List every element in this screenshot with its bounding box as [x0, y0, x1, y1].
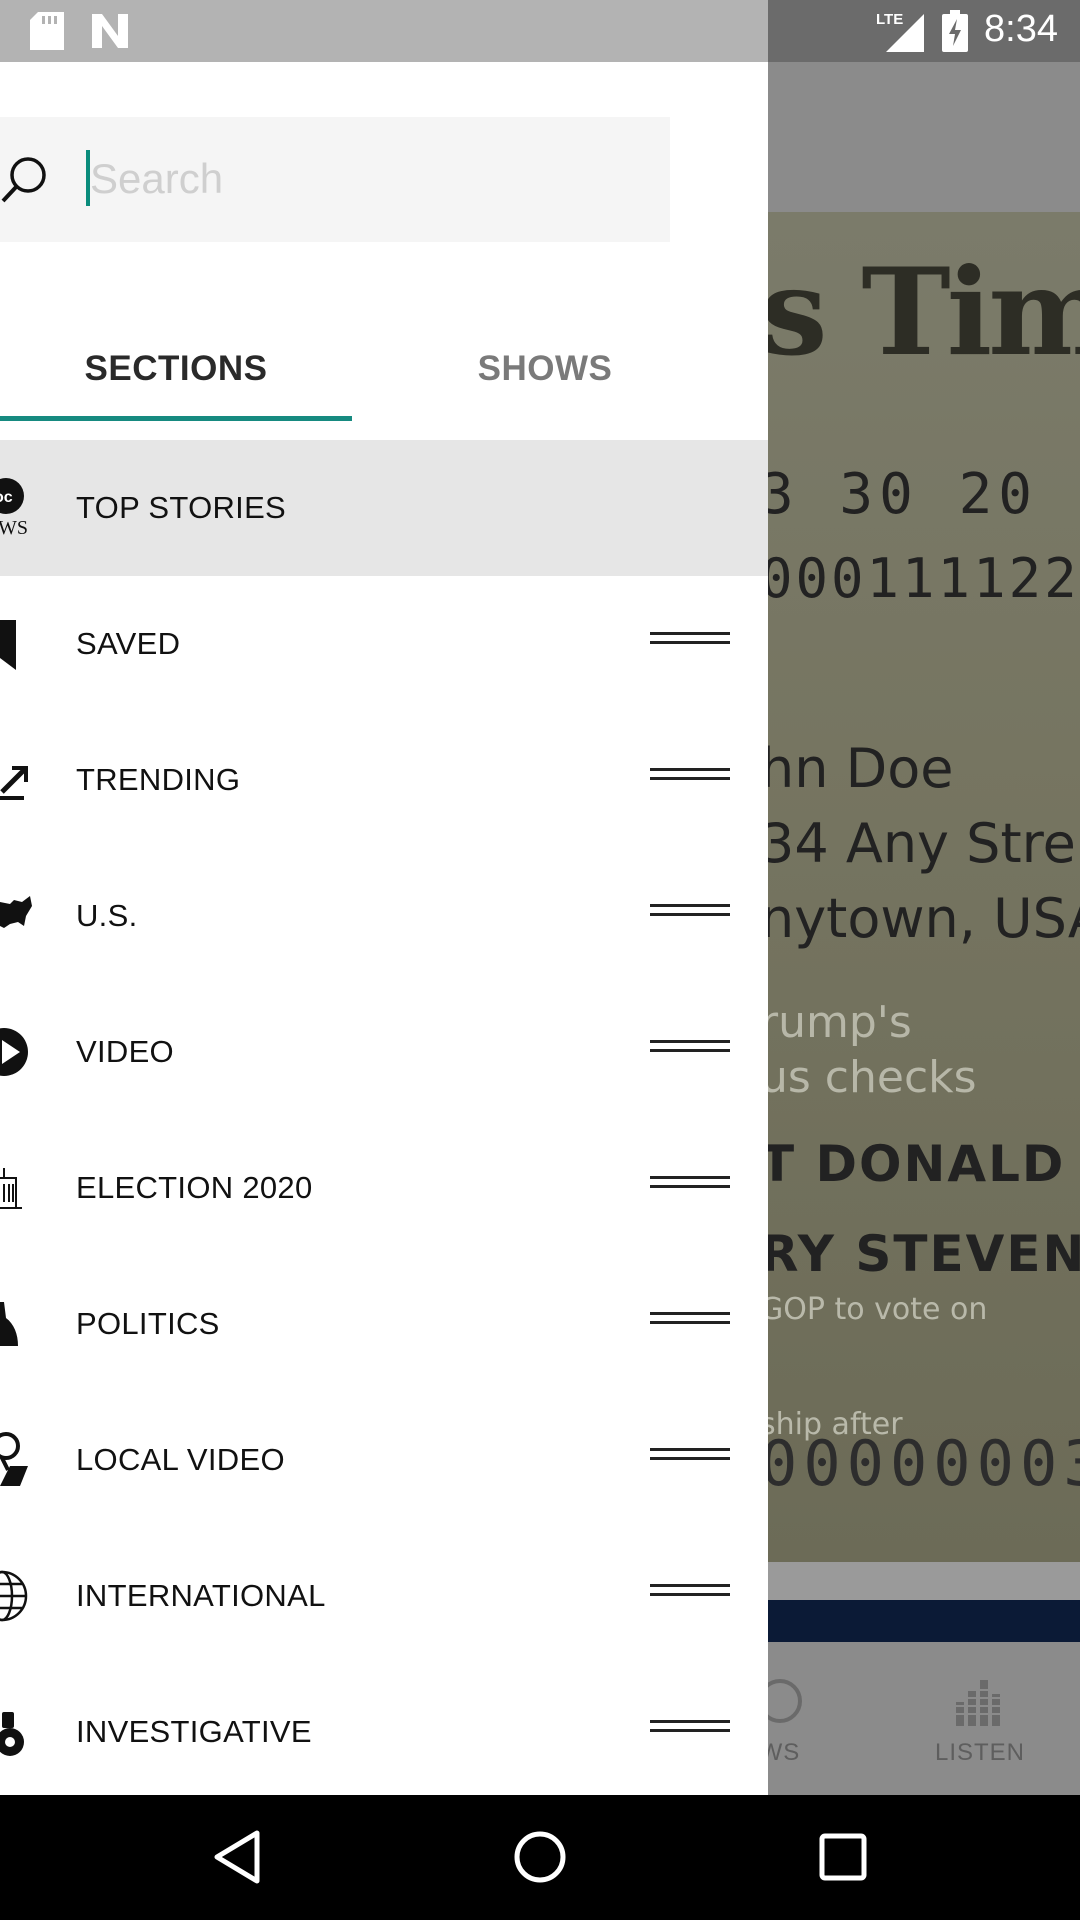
- capitol-icon: [0, 1158, 60, 1218]
- n-notification-icon: [90, 12, 130, 55]
- section-item-investigative[interactable]: INVESTIGATIVE: [0, 1664, 768, 1795]
- search-bar[interactable]: [0, 117, 670, 242]
- capitol-dome-icon: [0, 1294, 60, 1354]
- search-icon[interactable]: [0, 155, 52, 210]
- masthead-text: s Tim: [760, 242, 1080, 383]
- section-item-us[interactable]: U.S.: [0, 848, 768, 984]
- section-item-international[interactable]: INTERNATIONAL: [0, 1528, 768, 1664]
- check-account: 0001111222: [760, 547, 1080, 610]
- drag-handle-icon[interactable]: [650, 1312, 730, 1334]
- svg-text:oc: oc: [0, 489, 13, 506]
- system-navigation-bar: [0, 1795, 1080, 1920]
- drag-handle-icon[interactable]: [650, 768, 730, 790]
- section-item-election-2020[interactable]: ELECTION 2020: [0, 1120, 768, 1256]
- tab-sections[interactable]: SECTIONS: [0, 324, 352, 414]
- home-icon[interactable]: [505, 1825, 575, 1889]
- check-address2: nytown, USA: [760, 887, 1080, 950]
- section-item-politics[interactable]: POLITICS: [0, 1256, 768, 1392]
- check-payee1: T DONALD J.: [760, 1135, 1080, 1193]
- status-bar: LTE 8:34: [0, 0, 1080, 62]
- navigation-drawer: SECTIONS SHOWS ocWS TOP STORIES SAVED TR…: [0, 62, 768, 1795]
- image-caption-line1: rump's: [760, 997, 912, 1048]
- battery-charging-icon: [942, 10, 968, 57]
- location-pin-icon: [0, 1430, 60, 1490]
- image-caption-line2: us checks: [760, 1052, 977, 1103]
- section-item-trending[interactable]: TRENDING: [0, 712, 768, 848]
- drag-handle-icon[interactable]: [650, 904, 730, 926]
- check-name: hn Doe: [760, 737, 954, 800]
- drag-handle-icon[interactable]: [650, 1720, 730, 1742]
- check-payee2: RY STEVEN T: [760, 1225, 1080, 1283]
- drag-handle-icon[interactable]: [650, 1176, 730, 1198]
- us-map-icon: [0, 886, 60, 946]
- trending-icon: [0, 750, 60, 810]
- globe-icon: [0, 1566, 60, 1626]
- back-icon[interactable]: [205, 1825, 275, 1889]
- abc-news-logo-icon: oc WS: [0, 478, 60, 539]
- signal-icon: LTE: [876, 10, 926, 57]
- drag-handle-icon[interactable]: [650, 1448, 730, 1470]
- binoculars-icon: [0, 1702, 60, 1762]
- check-address1: 34 Any Stre: [760, 812, 1076, 875]
- drag-handle-icon[interactable]: [650, 1040, 730, 1062]
- tab-selected-indicator: [0, 416, 352, 421]
- search-input[interactable]: [90, 139, 650, 219]
- drawer-tabs: SECTIONS SHOWS: [0, 324, 768, 414]
- sd-card-icon: [30, 12, 64, 55]
- section-item-local-video[interactable]: LOCAL VIDEO: [0, 1392, 768, 1528]
- equalizer-icon: [952, 1676, 1008, 1733]
- drag-handle-icon[interactable]: [650, 1584, 730, 1606]
- bottom-nav-listen[interactable]: LISTEN: [900, 1642, 1060, 1795]
- section-item-saved[interactable]: SAVED: [0, 576, 768, 712]
- check-number: 00000003: [760, 1427, 1080, 1500]
- section-item-top-stories[interactable]: ocWS TOP STORIES: [0, 440, 768, 576]
- headline-fragment: GOP to vote on: [760, 1292, 988, 1327]
- play-icon: [0, 1022, 60, 1082]
- clock: 8:34: [984, 8, 1058, 50]
- recents-icon[interactable]: [808, 1825, 878, 1889]
- svg-text:WS: WS: [0, 517, 28, 538]
- drag-handle-icon[interactable]: [650, 632, 730, 654]
- svg-text:LTE: LTE: [876, 11, 903, 28]
- section-item-video[interactable]: VIDEO: [0, 984, 768, 1120]
- tab-shows[interactable]: SHOWS: [384, 324, 706, 414]
- check-numbers: 3 30 20: [760, 462, 1039, 527]
- bookmark-icon: [0, 614, 60, 674]
